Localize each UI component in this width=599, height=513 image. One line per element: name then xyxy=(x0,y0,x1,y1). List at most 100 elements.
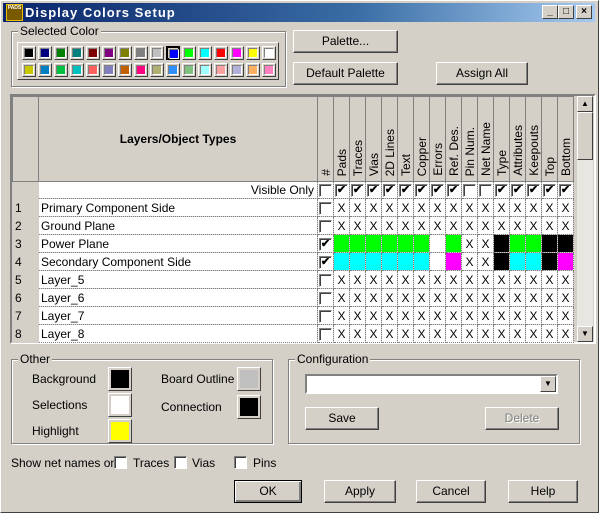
color-cell[interactable]: X xyxy=(429,198,446,217)
layer-name[interactable]: Layer_6 xyxy=(38,288,318,307)
color-cell[interactable]: X xyxy=(429,270,446,289)
column-header[interactable]: Attributes xyxy=(509,96,526,182)
highlight-color-button[interactable] xyxy=(108,419,132,443)
palette-swatch[interactable] xyxy=(230,46,244,60)
color-cell[interactable]: X xyxy=(493,324,510,343)
color-cell[interactable]: X xyxy=(525,270,542,289)
column-header[interactable]: Text xyxy=(397,96,414,182)
layer-enable-checkbox[interactable] xyxy=(319,309,332,323)
layer-enable-checkbox[interactable]: ✔ xyxy=(319,255,332,269)
layer-name[interactable]: Power Plane xyxy=(38,234,318,253)
color-cell[interactable]: X xyxy=(541,324,558,343)
help-button[interactable]: Help xyxy=(508,480,578,503)
connection-color-button[interactable] xyxy=(237,395,261,419)
column-header[interactable]: Keepouts xyxy=(525,96,542,182)
color-cell[interactable]: X xyxy=(333,288,350,307)
color-cell[interactable] xyxy=(413,234,430,253)
color-cell[interactable] xyxy=(557,234,574,253)
color-cell[interactable]: X xyxy=(397,216,414,235)
color-cell[interactable]: X xyxy=(413,306,430,325)
color-cell[interactable]: X xyxy=(461,324,478,343)
color-cell[interactable]: X xyxy=(557,324,574,343)
palette-swatch[interactable] xyxy=(150,46,164,60)
visible-only-checkbox[interactable]: ✔ xyxy=(383,184,396,198)
color-cell[interactable]: X xyxy=(397,288,414,307)
palette-swatch[interactable] xyxy=(118,63,132,77)
assign-all-button[interactable]: Assign All xyxy=(436,62,528,85)
apply-button[interactable]: Apply xyxy=(324,480,396,503)
layer-enable-checkbox[interactable] xyxy=(319,327,332,341)
color-cell[interactable]: X xyxy=(525,216,542,235)
color-cell[interactable]: X xyxy=(381,288,398,307)
background-color-button[interactable] xyxy=(108,367,132,391)
visible-only-checkbox[interactable] xyxy=(463,184,476,198)
color-cell[interactable]: X xyxy=(493,198,510,217)
traces-checkbox[interactable] xyxy=(114,456,127,469)
color-cell[interactable]: X xyxy=(413,216,430,235)
palette-swatch[interactable] xyxy=(150,63,164,77)
scroll-down-button[interactable]: ▼ xyxy=(577,326,593,342)
color-cell[interactable]: X xyxy=(477,252,494,271)
color-cell[interactable]: X xyxy=(445,324,462,343)
dropdown-arrow-icon[interactable]: ▼ xyxy=(540,376,556,392)
palette-swatch[interactable] xyxy=(198,63,212,77)
visible-only-checkbox[interactable]: ✔ xyxy=(367,184,380,198)
visible-only-checkbox[interactable]: ✔ xyxy=(399,184,412,198)
color-cell[interactable]: X xyxy=(333,324,350,343)
palette-swatch[interactable] xyxy=(22,46,36,60)
column-header[interactable]: Bottom xyxy=(557,96,574,182)
palette-swatch[interactable] xyxy=(102,46,116,60)
color-cell[interactable]: X xyxy=(413,270,430,289)
color-cell[interactable]: X xyxy=(525,288,542,307)
column-header[interactable]: 2D Lines xyxy=(381,96,398,182)
visible-only-checkbox[interactable]: ✔ xyxy=(447,184,460,198)
column-header[interactable]: Errors xyxy=(429,96,446,182)
layer-name[interactable]: Secondary Component Side xyxy=(38,252,318,271)
selections-color-button[interactable] xyxy=(108,393,132,417)
color-cell[interactable]: X xyxy=(365,216,382,235)
color-cell[interactable]: X xyxy=(445,270,462,289)
color-cell[interactable]: X xyxy=(413,288,430,307)
color-cell[interactable]: X xyxy=(445,288,462,307)
color-cell[interactable] xyxy=(397,234,414,253)
column-header[interactable]: Net Name xyxy=(477,96,494,182)
color-cell[interactable]: X xyxy=(461,216,478,235)
layer-name[interactable]: Ground Plane xyxy=(38,216,318,235)
color-cell[interactable] xyxy=(493,234,510,253)
color-cell[interactable]: X xyxy=(397,270,414,289)
color-cell[interactable]: X xyxy=(525,324,542,343)
vias-checkbox[interactable] xyxy=(174,456,187,469)
visible-only-checkbox[interactable]: ✔ xyxy=(543,184,556,198)
column-header[interactable]: Vias xyxy=(365,96,382,182)
visible-only-checkbox[interactable] xyxy=(479,184,492,198)
color-cell[interactable] xyxy=(413,252,430,271)
color-cell[interactable]: X xyxy=(541,306,558,325)
color-cell[interactable] xyxy=(365,252,382,271)
color-cell[interactable]: X xyxy=(349,198,366,217)
color-cell[interactable]: X xyxy=(477,324,494,343)
color-cell[interactable] xyxy=(365,234,382,253)
color-cell[interactable] xyxy=(541,252,558,271)
palette-swatch[interactable] xyxy=(262,63,276,77)
palette-swatch[interactable] xyxy=(118,46,132,60)
palette-swatch[interactable] xyxy=(230,63,244,77)
layer-enable-checkbox[interactable]: ✔ xyxy=(319,237,332,251)
color-cell[interactable]: X xyxy=(525,198,542,217)
color-cell[interactable]: X xyxy=(509,288,526,307)
configuration-select[interactable]: ▼ xyxy=(305,374,558,394)
visible-only-checkbox[interactable]: ✔ xyxy=(335,184,348,198)
cancel-button[interactable]: Cancel xyxy=(416,480,486,503)
color-cell[interactable]: X xyxy=(349,288,366,307)
color-cell[interactable]: X xyxy=(509,198,526,217)
palette-swatch[interactable] xyxy=(86,46,100,60)
layer-name[interactable]: Layer_7 xyxy=(38,306,318,325)
column-header[interactable]: Traces xyxy=(349,96,366,182)
save-button[interactable]: Save xyxy=(305,407,379,430)
column-header[interactable]: Pin Num. xyxy=(461,96,478,182)
palette-swatch[interactable] xyxy=(182,46,196,60)
palette-swatch[interactable] xyxy=(166,63,180,77)
color-cell[interactable]: X xyxy=(525,306,542,325)
layer-enable-checkbox[interactable] xyxy=(319,291,332,305)
vertical-scrollbar[interactable]: ▲ ▼ xyxy=(577,96,593,342)
column-header[interactable]: Ref. Des. xyxy=(445,96,462,182)
